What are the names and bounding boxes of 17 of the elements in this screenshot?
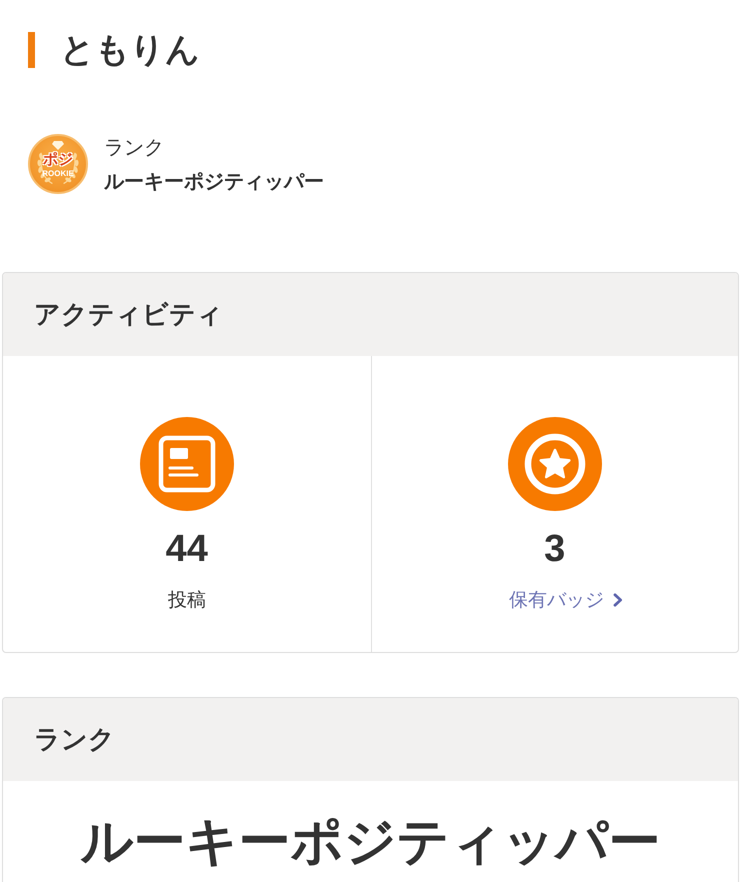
badges-link[interactable]: 保有バッジ bbox=[508, 587, 623, 613]
rank-label: ランク bbox=[104, 134, 165, 161]
accent-bar bbox=[28, 32, 35, 68]
card-header: アクティビティ bbox=[3, 273, 738, 356]
rank-name: ルーキーポジティッパー bbox=[104, 168, 324, 195]
stat-label: 投稿 bbox=[168, 588, 206, 613]
chevron-right-icon bbox=[612, 593, 623, 607]
diamond-icon bbox=[52, 141, 64, 150]
badge-caption: ROOKIE bbox=[42, 169, 74, 179]
rank-title: ルーキーポジティッパー bbox=[80, 811, 660, 873]
stat-count: 3 bbox=[544, 529, 566, 569]
badge-title: ポジ bbox=[43, 150, 73, 168]
document-icon bbox=[140, 417, 234, 511]
stat-count: 44 bbox=[166, 529, 208, 569]
star-badge-icon bbox=[508, 417, 602, 511]
user-name: ともりん bbox=[60, 29, 200, 72]
card-header: ランク bbox=[3, 698, 738, 781]
